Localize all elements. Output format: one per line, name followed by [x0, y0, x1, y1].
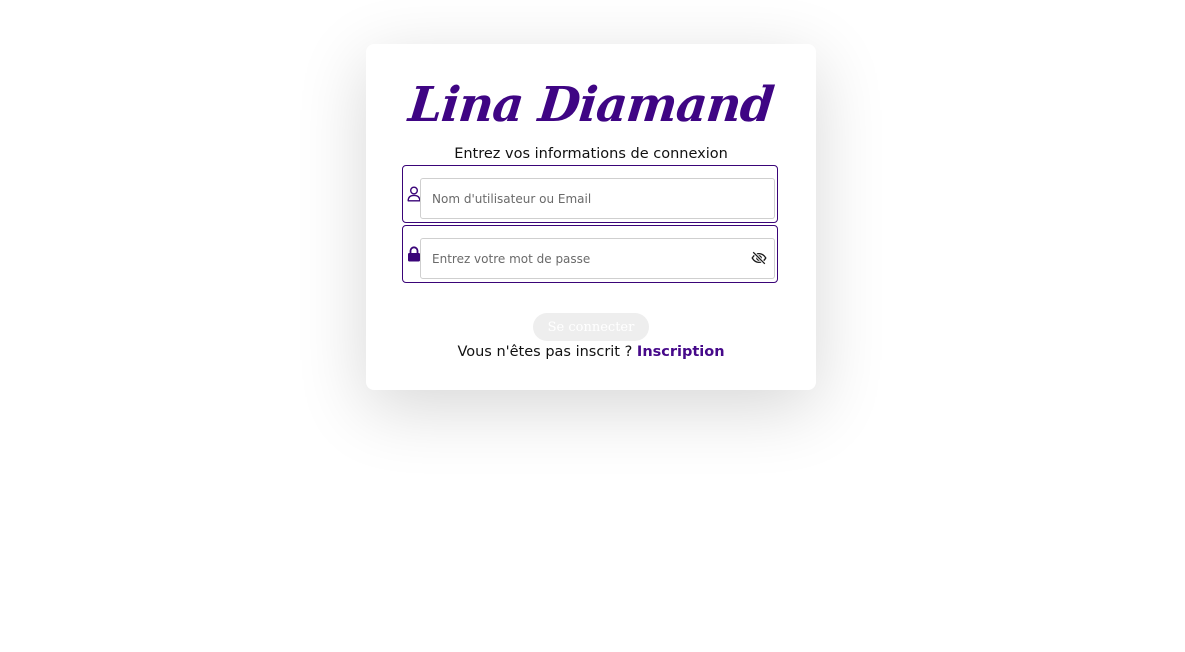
username-input[interactable] [420, 178, 775, 219]
signup-prompt: Vous n'êtes pas inscrit ? [457, 344, 637, 360]
password-field-group [402, 225, 778, 283]
brand-logo: Lina Diamand [406, 77, 776, 133]
signup-link[interactable]: Inscription [637, 344, 725, 360]
eye-off-icon[interactable] [751, 250, 767, 266]
signup-line: Vous n'êtes pas inscrit ? Inscription [366, 343, 816, 361]
password-input[interactable] [420, 238, 775, 279]
login-card: Lina Diamand Entrez vos informations de … [366, 44, 816, 390]
login-button[interactable]: Se connecter [533, 313, 649, 341]
login-subtitle: Entrez vos informations de connexion [454, 146, 728, 162]
lock-icon [407, 246, 421, 262]
user-icon [407, 186, 421, 202]
username-field-group [402, 165, 778, 223]
